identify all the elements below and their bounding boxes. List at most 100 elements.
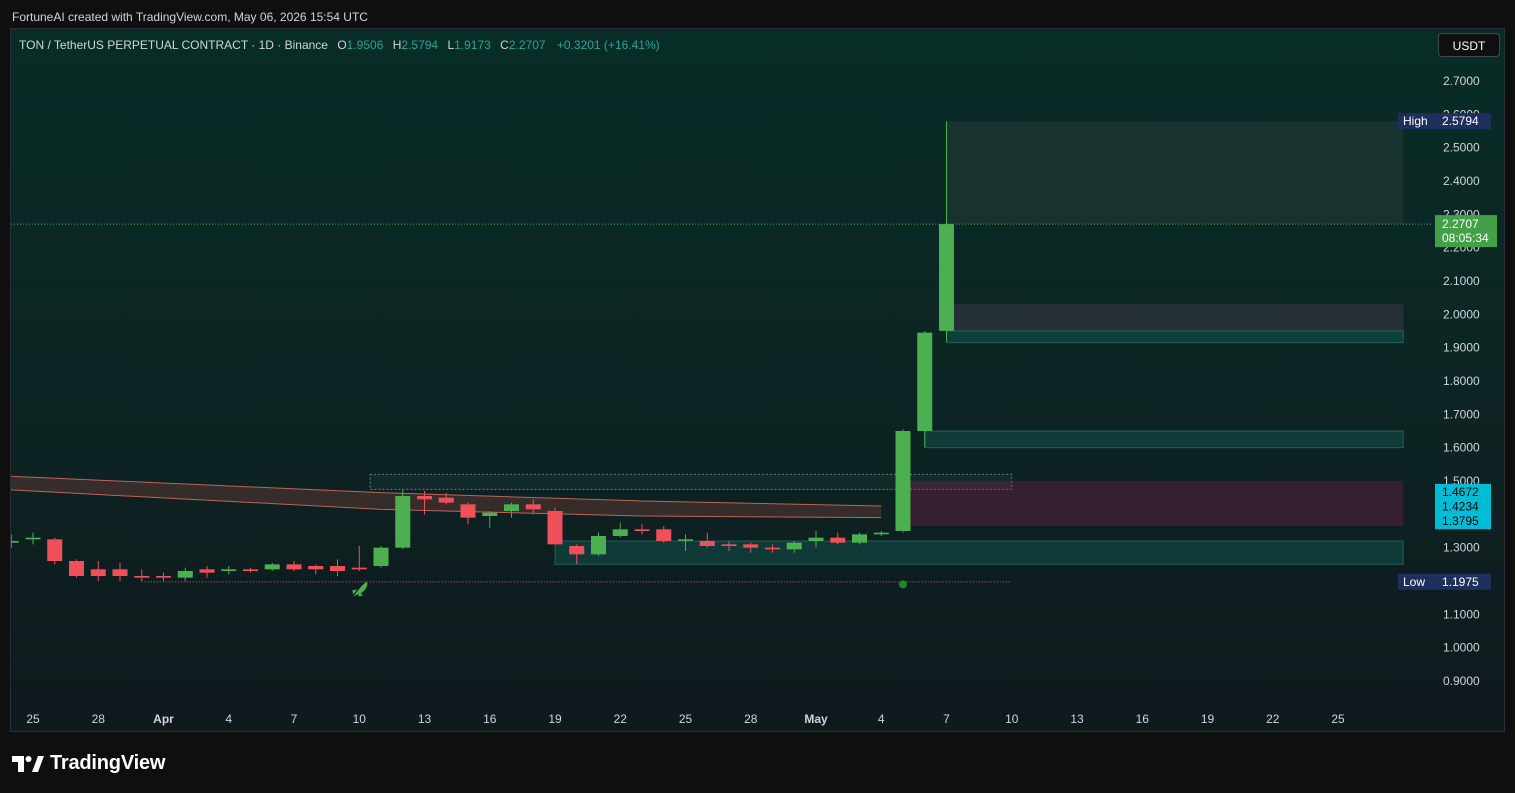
price-label-value: 1.3795 <box>1442 514 1479 528</box>
candle <box>547 507 563 545</box>
price-label-value: 1.4234 <box>1442 500 1479 514</box>
candle <box>634 524 650 535</box>
candle <box>112 562 128 581</box>
price-label-countdown: 08:05:34 <box>1442 231 1489 245</box>
price-label-value: 2.2707 <box>1442 217 1479 231</box>
x-tick-label: 16 <box>1136 712 1150 726</box>
candle <box>591 532 606 556</box>
tradingview-brand: TradingView <box>50 752 166 774</box>
price-label-value: 1.1975 <box>1442 575 1479 589</box>
candle <box>351 546 367 571</box>
x-tick-label: 10 <box>353 712 367 726</box>
candle-body <box>156 576 171 578</box>
x-tick-label: 13 <box>418 712 432 726</box>
x-tick-label: 28 <box>744 712 758 726</box>
y-tick-label: 1.8000 <box>1443 374 1480 388</box>
y-tick-label: 2.7000 <box>1443 74 1480 88</box>
zone-teal-6 <box>554 540 1404 565</box>
zone-fill-2 <box>946 304 1404 331</box>
candle-body <box>678 539 693 541</box>
candle-body <box>656 529 672 541</box>
candle-body <box>11 541 19 543</box>
x-tick-label: May <box>804 712 828 726</box>
x-tick-label: 4 <box>225 712 232 726</box>
candle-body <box>460 504 476 518</box>
candle <box>612 522 628 538</box>
candle-body <box>221 569 237 571</box>
y-tick-label: 1.7000 <box>1443 407 1480 421</box>
y-tick-label: 2.0000 <box>1443 307 1480 321</box>
candle-body <box>177 571 193 578</box>
x-tick-label: 16 <box>483 712 497 726</box>
x-tick-label: 4 <box>878 712 885 726</box>
candle <box>25 532 41 545</box>
x-tick-label: 25 <box>1331 712 1345 726</box>
candle <box>873 531 889 536</box>
y-tick-label: 1.1000 <box>1443 607 1480 621</box>
candle <box>308 564 324 575</box>
price-label-high: High 2.5794 <box>1398 113 1491 130</box>
candle-body <box>591 536 606 555</box>
candle <box>656 526 672 543</box>
currency-button[interactable]: USDT <box>1438 33 1500 57</box>
zone-pink-5 <box>903 481 1404 526</box>
candle-body <box>525 504 541 510</box>
symbol-title[interactable]: TON / TetherUS PERPETUAL CONTRACT · 1D ·… <box>19 38 328 52</box>
zone-range-1 <box>946 121 1404 225</box>
candle-body <box>395 496 411 548</box>
x-tick-label: 25 <box>679 712 693 726</box>
candle-body <box>721 544 737 546</box>
candle-body <box>47 539 63 561</box>
candle <box>221 566 237 575</box>
candle <box>134 569 150 581</box>
candle-body <box>308 566 324 570</box>
price-label-value: 2.5794 <box>1442 114 1479 128</box>
tradingview-logo[interactable]: TradingView <box>12 752 165 775</box>
candle <box>243 567 258 573</box>
x-tick-label: 10 <box>1005 712 1019 726</box>
tradingview-logo-icon <box>12 755 44 772</box>
price-label-tag: High <box>1403 114 1428 128</box>
candle-body <box>112 569 128 576</box>
x-tick-label: 22 <box>614 712 628 726</box>
candle-body <box>852 534 867 543</box>
candle <box>395 489 411 550</box>
candle-body <box>90 569 106 576</box>
open-label: O <box>337 38 347 52</box>
zone-teal-4 <box>924 430 1404 449</box>
price-label-last: 2.270708:05:34 <box>1435 215 1497 248</box>
chart-panel[interactable]: 2.70002.60002.50002.40002.30002.20002.10… <box>10 28 1505 732</box>
candle <box>373 546 389 568</box>
y-tick-label: 0.9000 <box>1443 674 1480 688</box>
candle-body <box>351 567 367 570</box>
candle <box>830 532 846 545</box>
candle-body <box>438 497 454 503</box>
candle-body <box>699 541 715 546</box>
candle-body <box>330 566 345 571</box>
candle-body <box>286 564 302 570</box>
y-tick-label: 1.0000 <box>1443 641 1480 655</box>
candle-body <box>417 496 432 500</box>
candle-body <box>765 547 780 550</box>
price-label-band-mid: 1.4234 <box>1435 498 1491 515</box>
close-value: 2.2707 <box>508 38 546 52</box>
chart-caption: FortuneAI created with TradingView.com, … <box>12 10 368 24</box>
candle <box>852 532 867 545</box>
candle <box>156 572 171 581</box>
price-label-low: Low 1.1975 <box>1398 573 1491 590</box>
candle <box>11 534 19 548</box>
candle-body <box>830 537 846 543</box>
price-chart[interactable]: 2.70002.60002.50002.40002.30002.20002.10… <box>11 29 1505 732</box>
candle <box>69 559 84 578</box>
y-tick-label: 1.6000 <box>1443 441 1480 455</box>
candle-body <box>743 544 759 548</box>
candle-body <box>808 537 824 541</box>
close-label: C <box>500 38 509 52</box>
y-tick-label: 2.1000 <box>1443 274 1480 288</box>
x-tick-label: 19 <box>1201 712 1215 726</box>
price-label-band-low: 1.3795 <box>1435 513 1491 530</box>
x-tick-label: 7 <box>291 712 298 726</box>
candle-body <box>895 431 911 531</box>
rocket-icon <box>352 582 368 597</box>
high-value: 2.5794 <box>401 38 439 52</box>
